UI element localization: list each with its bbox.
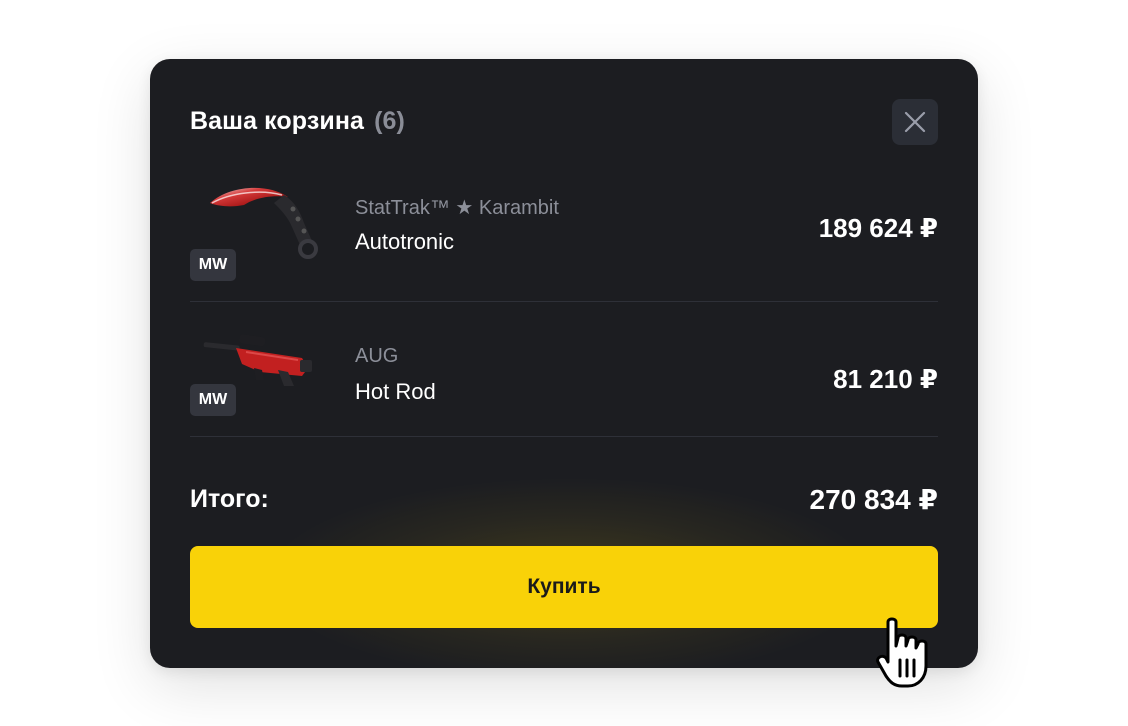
total-value: 270 834 ₽ (809, 484, 938, 515)
cart-items-list: MW StatTrak™ ★ Karambit Autotronic 189 6… (190, 185, 938, 437)
total-label: Итого: (190, 485, 269, 513)
cart-header: Ваша корзина (6) (190, 99, 938, 145)
cart-title-text: Ваша корзина (190, 107, 365, 135)
item-price: 189 624 ₽ (818, 213, 938, 243)
item-price: 81 210 ₽ (833, 364, 938, 394)
item-name: Hot Rod (355, 379, 436, 404)
item-name: Autotronic (355, 229, 455, 254)
close-icon (904, 111, 926, 133)
cart-title: Ваша корзина (6) (190, 107, 405, 136)
cart-item-count: (6) (374, 107, 405, 135)
buy-button[interactable]: Купить (190, 546, 938, 628)
cart-item[interactable]: MW AUG Hot Rod 81 210 ₽ (190, 302, 938, 437)
wear-badge: MW (190, 249, 236, 281)
wear-badge: MW (190, 384, 236, 416)
page: Ваша корзина (6) MW StatTrak™ ★ Karambit… (0, 0, 1128, 726)
close-button[interactable] (892, 99, 938, 145)
cart-modal: Ваша корзина (6) MW StatTrak™ ★ Karambit… (150, 59, 978, 668)
hand-pointer-cursor-icon (874, 616, 940, 695)
item-subtitle: StatTrak™ ★ Karambit (355, 197, 559, 219)
cart-item[interactable]: MW StatTrak™ ★ Karambit Autotronic 189 6… (190, 185, 938, 302)
item-subtitle: AUG (355, 345, 399, 367)
